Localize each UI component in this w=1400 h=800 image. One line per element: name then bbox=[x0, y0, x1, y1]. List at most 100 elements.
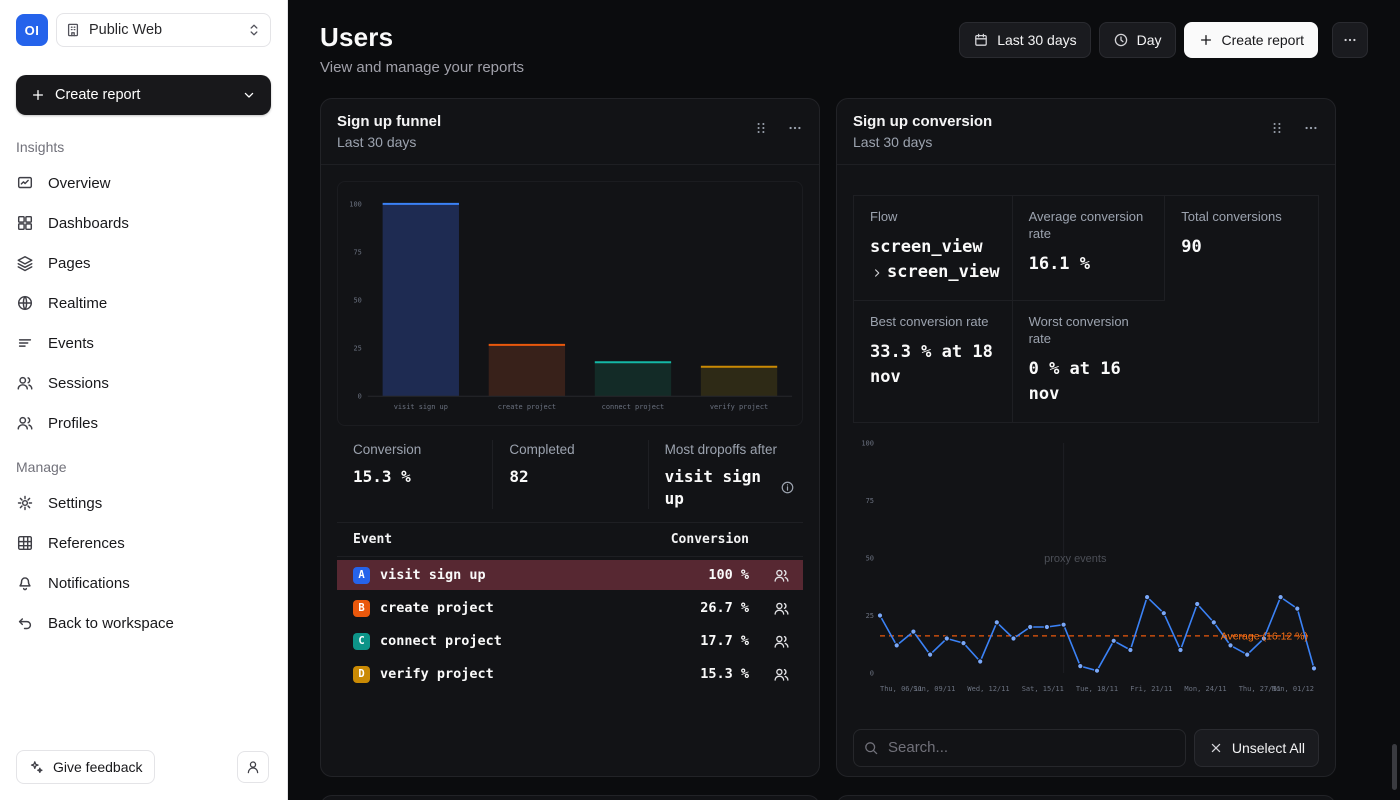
workspace-row: OI Public Web bbox=[0, 0, 287, 47]
clock-icon bbox=[1113, 32, 1129, 48]
funnel-table-row[interactable]: B create project 26.7 % bbox=[337, 593, 803, 623]
users-icon bbox=[773, 666, 790, 683]
conversion-stats: Flow screen_view screen_view Average con… bbox=[853, 195, 1319, 423]
svg-text:visit sign up: visit sign up bbox=[394, 403, 448, 411]
conversion-report-card: Sign up conversion Last 30 days Flow scr… bbox=[836, 98, 1336, 777]
date-range-label: Last 30 days bbox=[997, 32, 1076, 48]
scrollbar[interactable] bbox=[1392, 744, 1397, 790]
stat-worst-rate: Worst conversion rate 0 % at 16 nov bbox=[1013, 301, 1166, 422]
create-report-header-button[interactable]: Create report bbox=[1184, 22, 1318, 58]
dropoff-step-value: visit sign up bbox=[665, 466, 772, 509]
step-badge: A bbox=[353, 567, 370, 584]
card-menu-icon[interactable] bbox=[787, 120, 803, 136]
presentation-icon bbox=[16, 174, 34, 192]
drag-handle-icon[interactable] bbox=[1269, 120, 1285, 136]
give-feedback-button[interactable]: Give feedback bbox=[16, 750, 155, 784]
svg-text:75: 75 bbox=[353, 248, 361, 256]
conversion-line-chart[interactable]: 0255075100proxy eventsAverage (16.12 %)T… bbox=[853, 431, 1319, 697]
svg-text:connect project: connect project bbox=[602, 403, 665, 411]
conversion-value: 17.7 % bbox=[665, 633, 749, 649]
next-reports-row bbox=[320, 795, 1336, 800]
view-profiles-button[interactable] bbox=[749, 666, 803, 683]
card-header: Sign up funnel Last 30 days bbox=[321, 99, 819, 165]
create-report-button[interactable]: Create report bbox=[16, 75, 271, 115]
sidebar-item-realtime[interactable]: Realtime bbox=[16, 283, 271, 323]
date-range-button[interactable]: Last 30 days bbox=[959, 22, 1090, 58]
total-conversions-value: 90 bbox=[1181, 235, 1306, 261]
stat-empty bbox=[1165, 301, 1318, 422]
view-profiles-button[interactable] bbox=[749, 633, 803, 650]
interval-button[interactable]: Day bbox=[1099, 22, 1176, 58]
calendar-icon bbox=[973, 32, 989, 48]
drag-handle-icon[interactable] bbox=[753, 120, 769, 136]
sidebar-item-references[interactable]: References bbox=[16, 523, 271, 563]
more-options-button[interactable] bbox=[1332, 22, 1368, 58]
user-menu-button[interactable] bbox=[237, 751, 269, 783]
sidebar-item-sessions[interactable]: Sessions bbox=[16, 363, 271, 403]
app-logo[interactable]: OI bbox=[16, 14, 48, 46]
svg-text:create project: create project bbox=[498, 403, 556, 411]
card-title: Sign up conversion bbox=[853, 113, 992, 130]
search-input[interactable] bbox=[853, 729, 1186, 767]
workspace-name: Public Web bbox=[89, 22, 238, 38]
step-badge: C bbox=[353, 633, 370, 650]
svg-text:Sun, 09/11: Sun, 09/11 bbox=[913, 685, 955, 693]
funnel-bar-chart[interactable]: 0255075100visit sign upcreate projectcon… bbox=[340, 191, 800, 423]
stat-average-rate: Average conversion rate 16.1 % bbox=[1013, 196, 1166, 301]
event-name: connect project bbox=[380, 633, 502, 649]
funnel-chart-panel: 0255075100visit sign upcreate projectcon… bbox=[337, 181, 803, 426]
building-icon bbox=[65, 22, 81, 38]
svg-text:0: 0 bbox=[870, 669, 874, 677]
sidebar-item-dashboards[interactable]: Dashboards bbox=[16, 203, 271, 243]
svg-text:Mon, 24/11: Mon, 24/11 bbox=[1184, 685, 1226, 693]
sidebar-item-label: Events bbox=[48, 335, 94, 352]
card-header: Sign up conversion Last 30 days bbox=[837, 99, 1335, 165]
completed-value: 82 bbox=[509, 466, 528, 488]
header-actions: Last 30 days Day Create report bbox=[959, 22, 1368, 58]
best-rate-value: 33.3 % at 18 nov bbox=[870, 340, 1000, 391]
unselect-all-button[interactable]: Unselect All bbox=[1194, 729, 1319, 767]
conversion-value: 26.7 % bbox=[665, 600, 749, 616]
sidebar-item-label: Settings bbox=[48, 495, 102, 512]
card-menu-icon[interactable] bbox=[1303, 120, 1319, 136]
stat-best-rate: Best conversion rate 33.3 % at 18 nov bbox=[854, 301, 1013, 422]
interval-label: Day bbox=[1137, 32, 1162, 48]
svg-text:0: 0 bbox=[358, 393, 362, 401]
info-icon[interactable] bbox=[780, 480, 795, 495]
chevron-right-icon bbox=[870, 266, 884, 280]
view-profiles-button[interactable] bbox=[749, 567, 803, 584]
sidebar-item-events[interactable]: Events bbox=[16, 323, 271, 363]
card-subtitle: Last 30 days bbox=[853, 134, 992, 150]
search-icon bbox=[863, 740, 879, 756]
workspace-selector[interactable]: Public Web bbox=[56, 13, 271, 47]
sidebar-item-back-to-workspace[interactable]: Back to workspace bbox=[16, 603, 271, 643]
user-icon bbox=[245, 759, 261, 775]
conversion-column-header: Conversion bbox=[665, 532, 749, 547]
funnel-table-row[interactable]: D verify project 15.3 % bbox=[337, 659, 803, 689]
sidebar-item-overview[interactable]: Overview bbox=[16, 163, 271, 203]
svg-text:verify project: verify project bbox=[710, 403, 768, 411]
funnel-table-row[interactable]: A visit sign up 100 % bbox=[337, 560, 803, 590]
sparkles-icon bbox=[28, 759, 44, 775]
sidebar: OI Public Web Create report Insights Ove… bbox=[0, 0, 288, 800]
stat-completed: Completed 82 bbox=[492, 440, 647, 509]
step-badge: D bbox=[353, 666, 370, 683]
sidebar-item-profiles[interactable]: Profiles bbox=[16, 403, 271, 443]
gear-icon bbox=[16, 494, 34, 512]
sidebar-item-pages[interactable]: Pages bbox=[16, 243, 271, 283]
create-report-label: Create report bbox=[55, 87, 140, 103]
worst-rate-value: 0 % at 16 nov bbox=[1029, 357, 1154, 408]
event-column-header: Event bbox=[337, 532, 665, 547]
stat-total-conversions: Total conversions 90 bbox=[1165, 196, 1318, 301]
funnel-report-card: Sign up funnel Last 30 days 0255075100vi… bbox=[320, 98, 820, 777]
sidebar-item-notifications[interactable]: Notifications bbox=[16, 563, 271, 603]
conversion-value: 100 % bbox=[665, 567, 749, 583]
funnel-table-header: Event Conversion bbox=[337, 523, 803, 557]
svg-text:100: 100 bbox=[861, 439, 874, 447]
view-profiles-button[interactable] bbox=[749, 600, 803, 617]
svg-text:Average (16.12 %): Average (16.12 %) bbox=[1221, 630, 1308, 642]
funnel-table-row[interactable]: C connect project 17.7 % bbox=[337, 626, 803, 656]
flow-to: screen_view bbox=[887, 260, 1000, 286]
conversion-controls: Unselect All bbox=[853, 729, 1319, 767]
sidebar-item-settings[interactable]: Settings bbox=[16, 483, 271, 523]
